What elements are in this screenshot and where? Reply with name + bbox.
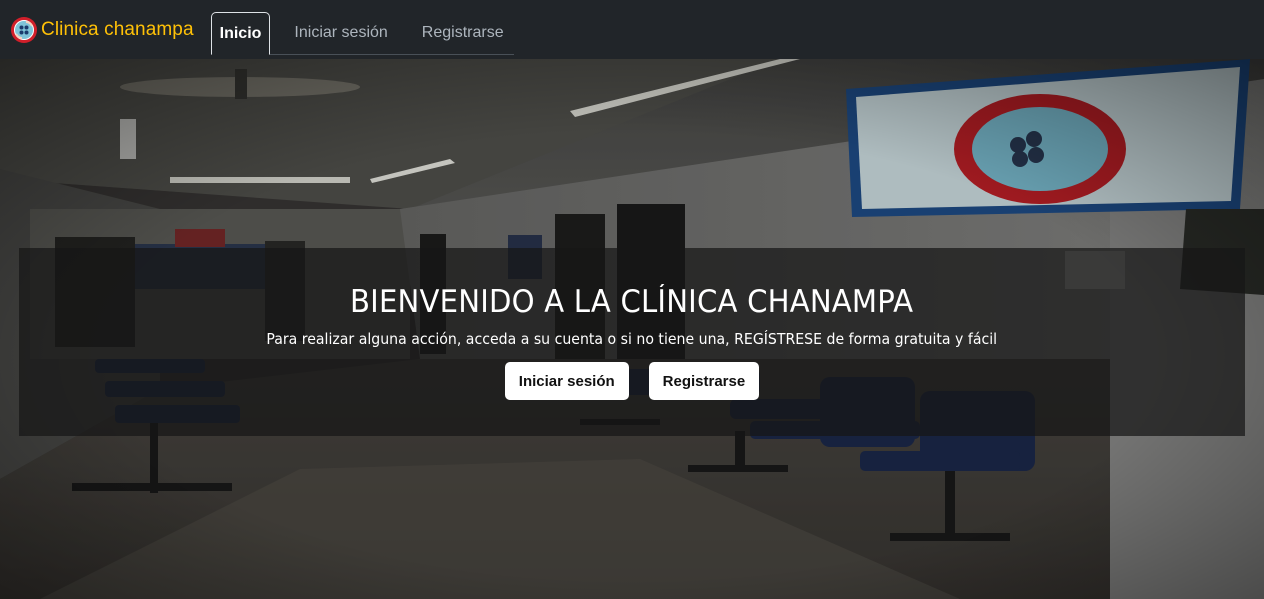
brand-link[interactable]: Clinica chanampa bbox=[10, 16, 194, 44]
register-button[interactable]: Registrarse bbox=[648, 362, 760, 400]
top-navbar: Clinica chanampa Inicio Iniciar sesión R… bbox=[0, 0, 1264, 59]
nav-tab-registrarse[interactable]: Registrarse bbox=[402, 12, 514, 54]
brand-name: Clinica chanampa bbox=[41, 18, 194, 40]
login-button[interactable]: Iniciar sesión bbox=[504, 362, 629, 400]
main-nav-tabs: Inicio Iniciar sesión Registrarse bbox=[210, 12, 514, 55]
nav-tab-inicio[interactable]: Inicio bbox=[210, 12, 271, 55]
welcome-title: BIENVENIDO A LA CLÍNICA CHANAMPA bbox=[350, 284, 914, 320]
hero-buttons: Iniciar sesión Registrarse bbox=[504, 362, 760, 400]
welcome-subtitle: Para realizar alguna acción, acceda a su… bbox=[266, 330, 998, 348]
welcome-panel: BIENVENIDO A LA CLÍNICA CHANAMPA Para re… bbox=[19, 248, 1245, 436]
hero-section: BIENVENIDO A LA CLÍNICA CHANAMPA Para re… bbox=[0, 59, 1264, 599]
clinic-logo-icon bbox=[11, 16, 37, 43]
nav-tab-iniciar-sesion[interactable]: Iniciar sesión bbox=[280, 12, 401, 54]
